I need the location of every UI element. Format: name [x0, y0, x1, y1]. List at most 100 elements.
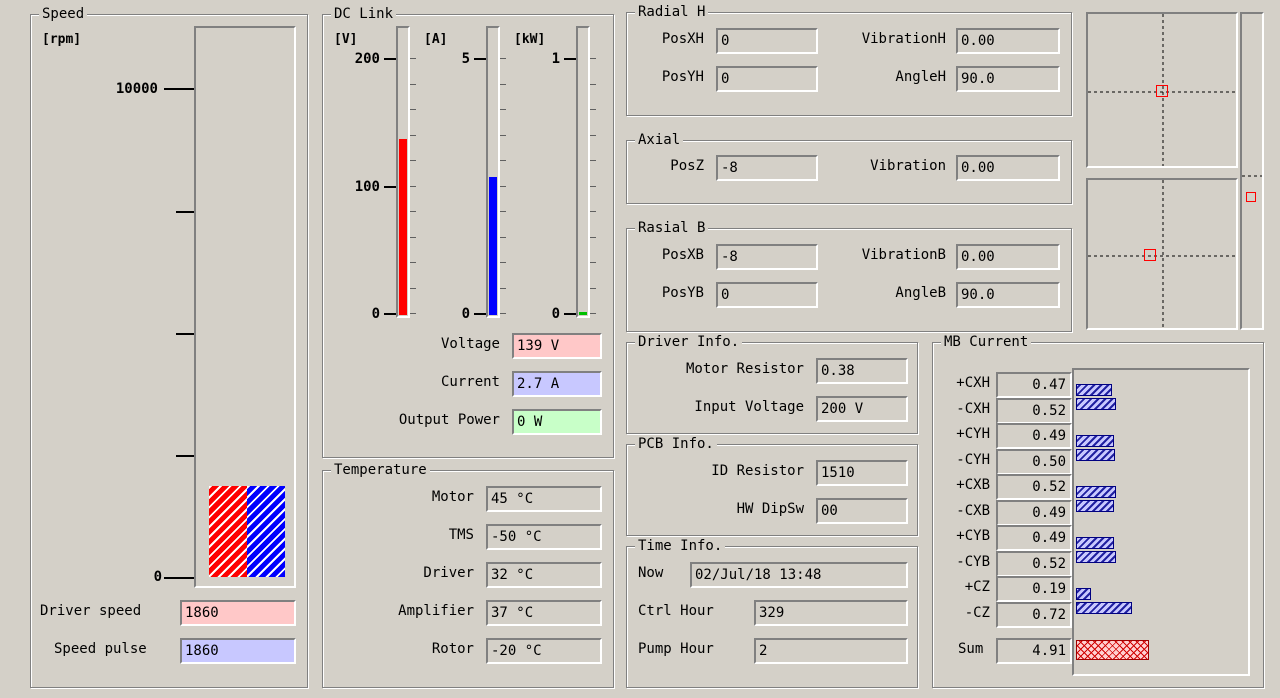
ctrl-hour-label: Ctrl Hour: [638, 603, 714, 619]
gauge-minor-tick: [500, 287, 506, 289]
mb-current-row-value: 0.52: [996, 397, 1072, 424]
angleb-label: AngleB: [895, 285, 946, 301]
mb-current-row-value: 0.19: [996, 576, 1072, 602]
voltage-tick-label: 100: [354, 179, 380, 195]
motor-resistor-field: 0.38: [816, 358, 908, 384]
mb-current-bar: [1076, 486, 1116, 498]
gauge-minor-tick: [590, 236, 596, 238]
motor-temp-field: 45 °C: [486, 486, 602, 512]
radial-b-title: Rasial B: [635, 219, 709, 237]
speed-pulse-label: Speed pulse: [54, 641, 147, 657]
output-power-field: 0 W: [512, 409, 602, 435]
gauge-minor-tick: [410, 313, 416, 314]
gauge-minor-tick: [410, 83, 416, 85]
gauge-minor-tick: [590, 262, 596, 263]
speed-bar-driver: [209, 486, 247, 577]
motor-temp-label: Motor: [431, 489, 474, 505]
rotor-temp-label: Rotor: [431, 641, 474, 657]
input-voltage-field: 200 V: [816, 396, 908, 422]
current-bar: [489, 177, 497, 315]
speed-tick-label-min: 0: [153, 569, 162, 585]
gauge-minor-tick: [410, 109, 416, 110]
speed-gauge: [194, 26, 296, 588]
gauge-minor-tick: [500, 83, 506, 85]
driver-temp-label: Driver: [423, 565, 474, 581]
radial-h-position-marker: [1156, 85, 1168, 97]
gauge-minor-tick: [500, 160, 506, 161]
gauge-minor-tick: [500, 109, 506, 110]
voltage-label: Voltage: [440, 336, 500, 352]
id-resistor-field: 1510: [816, 460, 908, 486]
mb-current-row-label: +CZ: [964, 579, 990, 595]
mb-current-row-label: -CZ: [964, 604, 990, 621]
gauge-minor-tick: [590, 58, 596, 59]
mb-current-row-value: 0.50: [996, 448, 1072, 475]
gauge-minor-tick: [410, 58, 416, 59]
posxb-field: -8: [716, 244, 818, 270]
angleh-field: 90.0: [956, 66, 1060, 92]
mb-current-bar: [1076, 448, 1115, 461]
power-unit-label: [kW]: [514, 32, 546, 47]
mb-current-bar: [1076, 537, 1114, 549]
posxh-label: PosXH: [661, 31, 704, 47]
gauge-minor-tick: [410, 236, 416, 238]
current-tick-label: 0: [461, 306, 470, 322]
pcb-info-title: PCB Info.: [635, 435, 717, 453]
amplifier-temp-label: Amplifier: [398, 603, 474, 619]
posyh-label: PosYH: [661, 69, 704, 85]
power-bar: [579, 312, 587, 315]
input-voltage-label: Input Voltage: [694, 399, 804, 415]
gauge-minor-tick: [500, 134, 506, 136]
mb-current-bar: [1076, 435, 1114, 447]
current-unit-label: [A]: [424, 32, 448, 47]
mb-current-row-value: 0.52: [996, 550, 1072, 577]
speed-tick: [176, 211, 194, 213]
voltage-tick-label: 0: [371, 306, 380, 322]
gauge-minor-tick: [410, 287, 416, 289]
gauge-minor-tick: [500, 236, 506, 238]
vibrationb-label: VibrationB: [861, 247, 946, 263]
mb-current-row-label: +CXB: [956, 477, 990, 493]
gauge-minor-tick: [590, 185, 596, 187]
mb-current-row-label: -CXB: [956, 502, 990, 519]
mb-current-row-value: 0.49: [996, 525, 1072, 551]
hw-dipsw-field: 00: [816, 498, 908, 524]
gauge-minor-tick: [500, 313, 506, 314]
speed-pulse-field: 1860: [180, 638, 296, 664]
mb-current-row-label: +CXH: [956, 375, 990, 391]
radial-h-position-plot: [1086, 12, 1238, 168]
pump-hour-field: 2: [754, 638, 908, 664]
mb-current-row-value: 0.49: [996, 423, 1072, 449]
axial-title: Axial: [635, 131, 684, 149]
mb-current-row-label: +CYH: [956, 426, 990, 442]
voltage-bar: [399, 139, 407, 315]
mb-current-row-label: +CYB: [956, 528, 990, 544]
mb-current-row-label: -CYB: [956, 553, 990, 570]
rotor-temp-field: -20 °C: [486, 638, 602, 664]
power-gauge: [576, 26, 590, 318]
gauge-minor-tick: [590, 287, 596, 289]
posyb-field: 0: [716, 282, 818, 308]
now-label: Now: [638, 565, 664, 581]
speed-tick: [176, 333, 194, 335]
mb-sum-bar: [1076, 640, 1149, 660]
gauge-minor-tick: [590, 83, 596, 85]
speed-bar-pulse: [247, 486, 285, 577]
driver-speed-label: Driver speed: [40, 603, 142, 619]
speed-unit-label: [rpm]: [42, 32, 82, 47]
speed-tick-label-max: 10000: [115, 81, 158, 97]
mb-current-bar: [1076, 550, 1116, 563]
now-field: 02/Jul/18 13:48: [690, 562, 908, 588]
mb-sum-label: Sum: [958, 641, 984, 657]
driver-info-title: Driver Info.: [635, 333, 743, 351]
mb-current-bar-area: [1072, 368, 1250, 676]
hw-dipsw-label: HW DipSw: [736, 501, 804, 517]
speed-tick: [176, 455, 194, 457]
gauge-minor-tick: [590, 313, 596, 314]
posz-field: -8: [716, 155, 818, 181]
posyb-label: PosYB: [661, 285, 704, 301]
radial-b-position-plot: [1086, 178, 1238, 330]
mb-current-row-value: 0.47: [996, 372, 1072, 398]
gauge-minor-tick: [590, 134, 596, 136]
gauge-minor-tick: [500, 58, 506, 59]
